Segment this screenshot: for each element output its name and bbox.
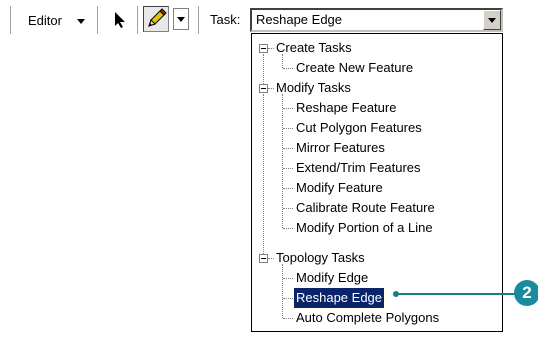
tree-connector xyxy=(283,208,293,209)
tree-group-create-tasks[interactable]: Create Tasks xyxy=(276,38,352,58)
tree-item-modify-edge[interactable]: Modify Edge xyxy=(296,268,368,288)
tree-item-extend-trim-features[interactable]: Extend/Trim Features xyxy=(296,158,421,178)
tree-connector xyxy=(283,148,293,149)
tree-item-calibrate-route-feature[interactable]: Calibrate Route Feature xyxy=(296,198,435,218)
sketch-tool-button[interactable] xyxy=(143,6,169,32)
collapse-icon[interactable] xyxy=(259,84,268,93)
chevron-down-icon xyxy=(488,18,496,23)
callout-leader-line xyxy=(395,293,515,295)
task-dropdown-list[interactable]: Create Tasks Create New Feature Modify T… xyxy=(251,33,503,332)
tree-connector xyxy=(282,264,283,318)
tree-item-modify-portion-of-a-line[interactable]: Modify Portion of a Line xyxy=(296,218,433,238)
tree-item-reshape-edge-selected[interactable]: Reshape Edge xyxy=(292,287,386,309)
tree-connector xyxy=(283,168,293,169)
collapse-icon[interactable] xyxy=(259,44,268,53)
toolbar-separator xyxy=(137,6,139,34)
tree-connector xyxy=(283,298,293,299)
tree-connector xyxy=(283,278,293,279)
pencil-icon xyxy=(148,8,167,27)
task-combobox[interactable]: Reshape Edge xyxy=(250,8,503,32)
tree-connector xyxy=(268,258,274,259)
tree-connector xyxy=(268,48,274,49)
task-label: Task: xyxy=(210,12,241,27)
tree-connector xyxy=(268,88,274,89)
tree-item-mirror-features[interactable]: Mirror Features xyxy=(296,138,385,158)
tree-item-auto-complete-polygons[interactable]: Auto Complete Polygons xyxy=(296,308,439,328)
tree-item-create-new-feature[interactable]: Create New Feature xyxy=(296,58,413,78)
tree-connector xyxy=(263,94,264,254)
tree-item-cut-polygon-features[interactable]: Cut Polygon Features xyxy=(296,118,422,138)
editor-menu-label: Editor xyxy=(28,13,62,28)
step-number-badge: 2 xyxy=(514,280,538,306)
tree-connector xyxy=(263,54,264,84)
chevron-down-icon xyxy=(177,17,185,22)
tree-connector xyxy=(282,54,283,68)
tree-connector xyxy=(283,108,293,109)
toolbar-separator xyxy=(198,6,200,34)
tree-connector xyxy=(283,228,293,229)
toolbar-separator xyxy=(97,6,99,34)
collapse-icon[interactable] xyxy=(259,254,268,263)
chevron-down-icon xyxy=(77,19,85,24)
tree-connector xyxy=(283,128,293,129)
tree-connector xyxy=(283,188,293,189)
editor-menu[interactable]: Editor xyxy=(28,12,85,28)
toolbar-grip xyxy=(10,6,12,34)
tree-group-topology-tasks[interactable]: Topology Tasks xyxy=(276,248,365,268)
pointer-arrow-icon[interactable] xyxy=(113,11,127,29)
tree-connector xyxy=(283,318,293,319)
tree-group-modify-tasks[interactable]: Modify Tasks xyxy=(276,78,351,98)
tree-item-modify-feature[interactable]: Modify Feature xyxy=(296,178,383,198)
sketch-tool-dropdown[interactable] xyxy=(173,8,189,30)
tree-connector xyxy=(283,68,293,69)
task-combobox-value: Reshape Edge xyxy=(256,12,343,27)
task-combobox-dropdown-button[interactable] xyxy=(483,10,501,30)
tree-item-reshape-feature[interactable]: Reshape Feature xyxy=(296,98,396,118)
